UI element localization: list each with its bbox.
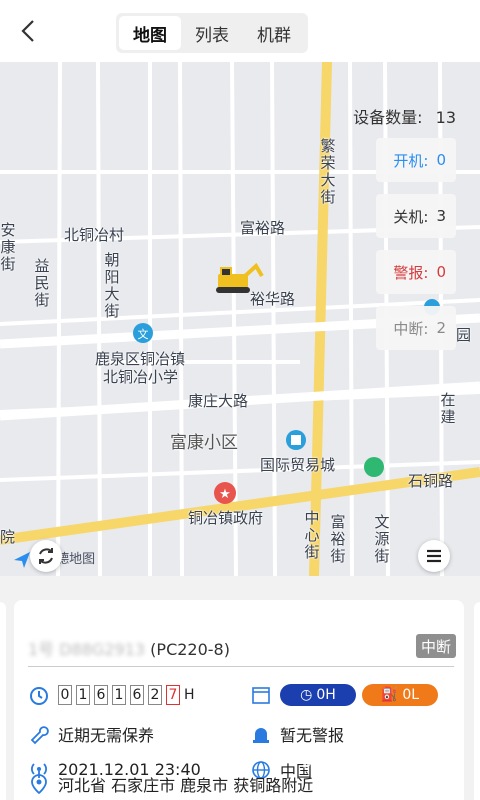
address-text: 河北省 石家庄市 鹿泉市 获铜路附近: [58, 776, 314, 795]
hours-digit: 0: [58, 685, 72, 705]
device-id: 1号 D88G2913: [28, 640, 146, 659]
fuel-pill: ⛽ 0L: [362, 684, 438, 706]
refresh-icon: [39, 548, 53, 564]
menu-icon: [427, 549, 441, 563]
divider: [28, 666, 454, 667]
maintenance-row: 近期无需保养: [28, 722, 154, 746]
map-label: 康庄大路: [188, 392, 249, 410]
device-model: (PC220-8): [150, 640, 230, 659]
stat-label: 开机:: [393, 151, 429, 170]
stat-off[interactable]: 关机: 3: [376, 194, 456, 238]
hours-digit-decimal: 7: [166, 685, 180, 705]
map-label: 裕华路: [250, 290, 296, 308]
hours-digit: 1: [76, 685, 90, 705]
work-hours-row: 0 1 6 1 6 2 7 H: [28, 684, 195, 706]
location-pin-icon: [31, 774, 47, 795]
timer-icon: [30, 687, 48, 705]
map-label: 北铜冶村: [64, 226, 125, 244]
runtime-value: 0H: [316, 687, 336, 703]
map-label: 文源街: [374, 513, 390, 565]
stat-label: 中断:: [393, 319, 429, 338]
tab-map[interactable]: 地图: [119, 16, 181, 50]
stat-interrupted[interactable]: 中断: 2: [376, 306, 456, 350]
hours-digit: 6: [94, 685, 108, 705]
stat-label: 关机:: [393, 207, 429, 226]
hours-digit: 1: [112, 685, 126, 705]
top-bar: 地图 列表 机群: [0, 0, 480, 62]
maintenance-text: 近期无需保养: [58, 726, 155, 745]
hours-unit: H: [184, 687, 195, 703]
wrench-icon: [30, 726, 49, 745]
map-label: 中心街: [304, 509, 320, 561]
view-segmented-control: 地图 列表 机群: [116, 13, 308, 53]
navigation-arrow-icon: [14, 551, 30, 568]
address-row: 河北省 石家庄市 鹿泉市 获铜路附近: [28, 772, 313, 796]
fuel-value: 0L: [402, 687, 420, 703]
map-label: 繁荣大街: [320, 137, 336, 206]
svg-text:★: ★: [219, 487, 231, 502]
fuel-icon: ⛽: [380, 687, 399, 703]
fuel-row: ◷ 0H ⛽ 0L: [250, 684, 438, 706]
map-label: 北铜冶小学: [103, 368, 179, 386]
map-label: 铜冶镇政府: [188, 509, 264, 527]
menu-button[interactable]: [418, 540, 450, 572]
map-label: 安康街: [0, 221, 16, 273]
map-label: 益民街: [34, 257, 50, 309]
map-label: 富裕街: [330, 513, 346, 565]
map-label: 在建: [440, 391, 456, 426]
map-label: 园: [456, 326, 472, 344]
map-label: 院: [0, 528, 16, 546]
map-label: 富康小区: [170, 433, 238, 453]
clock-icon: ◷: [300, 687, 313, 703]
back-arrow-icon[interactable]: [14, 16, 44, 46]
watermark-sub: Rengwan Games: [365, 768, 450, 779]
stat-value: 2: [436, 319, 446, 337]
device-count: 设备数量: 13: [353, 104, 456, 128]
stat-running[interactable]: 开机: 0: [376, 138, 456, 182]
device-count-label: 设备数量:: [353, 108, 423, 127]
map-view[interactable]: 文 ★ 富裕路 裕华路 康庄大路 石铜路 北铜冶村 富康小区 国际贸易城 铜冶镇…: [0, 62, 480, 576]
stat-label: 警报:: [393, 263, 429, 282]
prev-card-edge[interactable]: [0, 602, 6, 800]
map-label: 朝阳大街: [104, 251, 120, 320]
tab-list[interactable]: 列表: [181, 16, 243, 50]
svg-text:文: 文: [138, 327, 149, 341]
runtime-pill: ◷ 0H: [280, 684, 356, 706]
hours-digit: 2: [148, 685, 162, 705]
stat-alarm[interactable]: 警报: 0: [376, 250, 456, 294]
stat-value: 0: [436, 263, 446, 281]
siren-icon: [253, 728, 269, 743]
map-label: 富裕路: [240, 219, 286, 237]
tab-fleet[interactable]: 机群: [243, 16, 305, 50]
device-card-area: 1号 D88G2913 (PC220-8) 中断 0 1 6 1 6 2 7 H: [0, 576, 480, 800]
map-label: 石铜路: [408, 472, 454, 490]
stat-value: 3: [436, 207, 446, 225]
device-count-value: 13: [435, 108, 456, 127]
status-badge: 中断: [416, 634, 456, 658]
stat-value: 0: [436, 151, 446, 169]
calendar-icon: [252, 687, 270, 704]
refresh-button[interactable]: [30, 540, 62, 572]
next-card-edge[interactable]: [474, 602, 480, 800]
hours-digit: 6: [130, 685, 144, 705]
device-title: 1号 D88G2913 (PC220-8): [28, 636, 230, 660]
map-label: 国际贸易城: [260, 456, 336, 474]
